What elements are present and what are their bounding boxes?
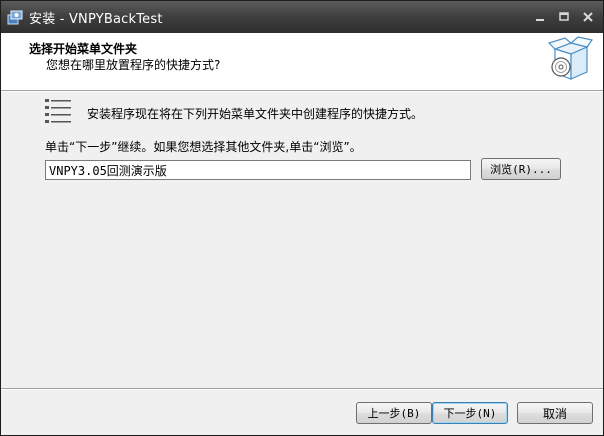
back-button[interactable]: 上一步(B) — [356, 402, 432, 424]
software-box-icon — [547, 36, 593, 80]
next-button[interactable]: 下一步(N) — [432, 402, 508, 424]
wizard-header: 选择开始菜单文件夹 您想在哪里放置程序的快捷方式? — [1, 33, 603, 90]
page-title: 选择开始菜单文件夹 — [29, 42, 138, 56]
instruction-text: 单击“下一步”继续。如果您想选择其他文件夹,单击“浏览”。 — [45, 140, 362, 154]
installer-app-icon — [7, 10, 23, 25]
window-title: 安装 - VNPYBackTest — [29, 12, 163, 27]
info-text: 安装程序现在将在下列开始菜单文件夹中创建程序的快捷方式。 — [87, 107, 424, 121]
menu-list-icon — [45, 99, 71, 123]
maximize-icon[interactable] — [555, 9, 573, 25]
footer-separator — [1, 388, 603, 390]
start-menu-folder-input[interactable] — [45, 160, 471, 180]
browse-button[interactable]: 浏览(R)... — [481, 158, 561, 180]
title-bar[interactable]: 安装 - VNPYBackTest — [1, 1, 603, 33]
minimize-icon[interactable] — [531, 9, 549, 25]
close-icon[interactable] — [579, 9, 597, 25]
header-separator — [1, 90, 603, 92]
page-subtitle: 您想在哪里放置程序的快捷方式? — [46, 58, 221, 72]
installer-window: 安装 - VNPYBackTest 选择开始菜单文件夹 您想在哪里放置程序的快捷… — [0, 0, 604, 436]
cancel-button[interactable]: 取消 — [517, 402, 593, 424]
